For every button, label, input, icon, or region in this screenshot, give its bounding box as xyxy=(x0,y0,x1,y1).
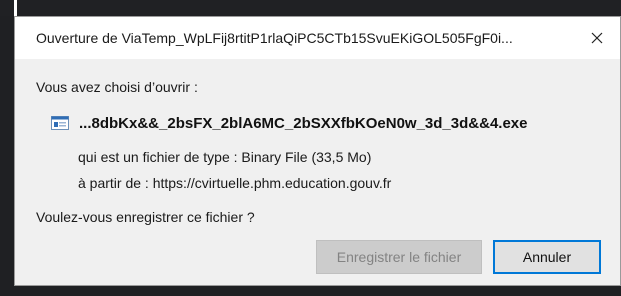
background-edge-mark xyxy=(14,0,17,16)
save-question-label: Voulez-vous enregistrer ce fichier ? xyxy=(36,209,255,225)
dialog-body: Vous avez choisi d’ouvrir : ...8dbKx&&_2… xyxy=(15,59,620,285)
close-icon xyxy=(591,32,603,44)
file-type-label: qui est un fichier de type : Binary File… xyxy=(78,149,372,165)
open-prompt-label: Vous avez choisi d’ouvrir : xyxy=(36,79,198,95)
file-source-label: à partir de : https://cvirtuelle.phm.edu… xyxy=(78,175,392,191)
save-file-button[interactable]: Enregistrer le fichier xyxy=(316,240,482,274)
close-button[interactable] xyxy=(574,17,620,59)
dialog-titlebar: Ouverture de ViaTemp_WpLFij8rtitP1rlaQiP… xyxy=(15,17,620,59)
dialog-title: Ouverture de ViaTemp_WpLFij8rtitP1rlaQiP… xyxy=(36,30,513,46)
file-row: ...8dbKx&&_2bsFX_2blA6MC_2bSXXfbKOeN0w_3… xyxy=(51,113,527,133)
file-name: ...8dbKx&&_2bsFX_2blA6MC_2bSXXfbKOeN0w_3… xyxy=(79,114,528,132)
cancel-button[interactable]: Annuler xyxy=(493,240,601,274)
download-dialog: Ouverture de ViaTemp_WpLFij8rtitP1rlaQiP… xyxy=(14,16,621,286)
executable-file-icon xyxy=(51,116,69,130)
background-window-strip xyxy=(0,0,621,16)
